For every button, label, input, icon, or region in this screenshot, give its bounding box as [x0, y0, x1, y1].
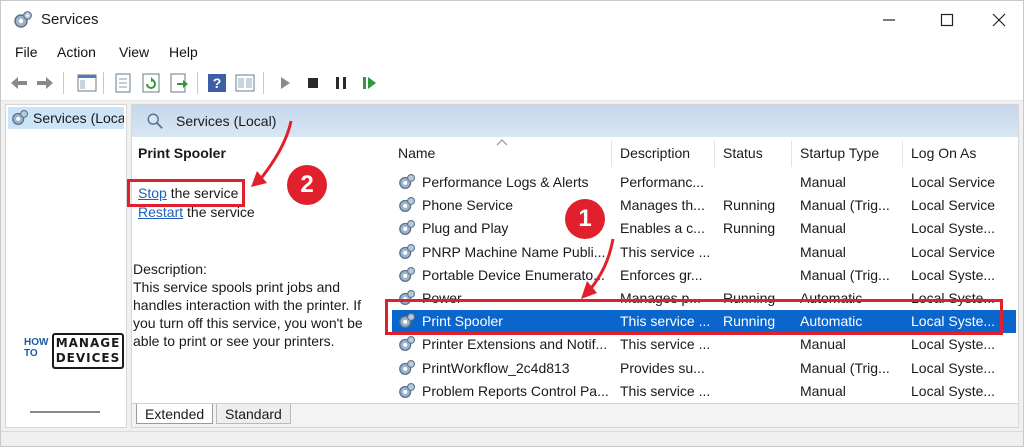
services-window: Services File Action View Help ? Service…: [0, 0, 1024, 447]
annotation-arrows: [251, 120, 615, 299]
